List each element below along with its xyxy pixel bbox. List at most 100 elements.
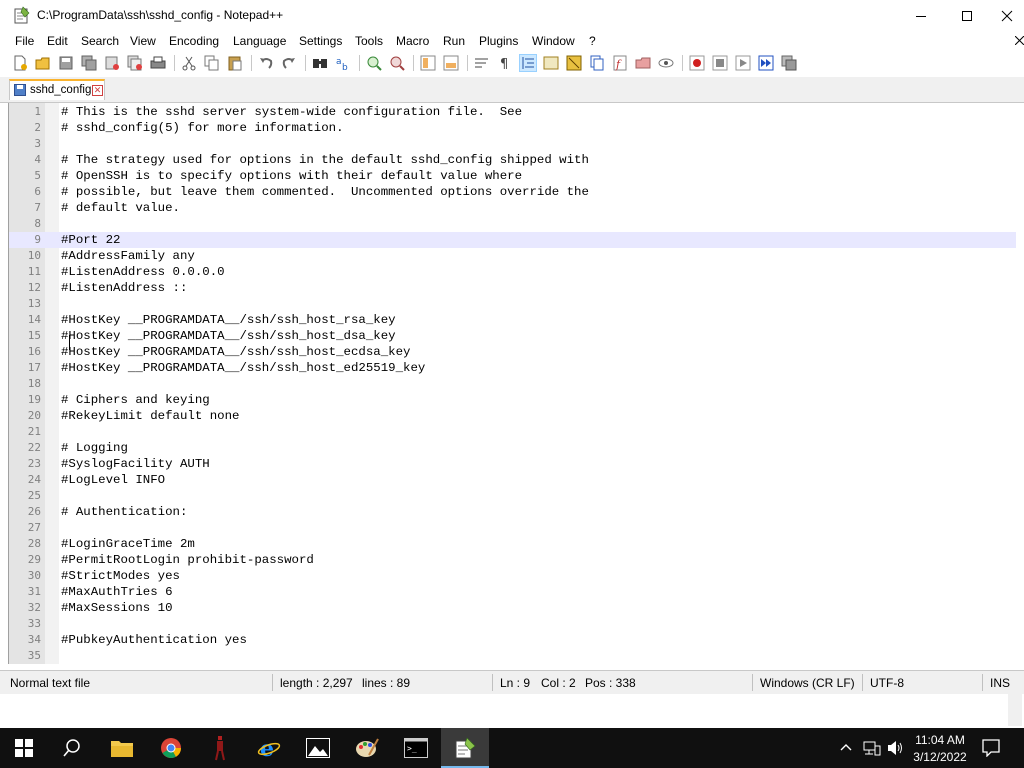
code-line[interactable]: 33 (9, 616, 1016, 632)
text-editor[interactable]: 1 # This is the sshd server system-wide c… (8, 103, 1024, 664)
open-file-icon[interactable] (35, 55, 51, 71)
clock-time[interactable]: 11:04 AM (900, 733, 980, 747)
code-line[interactable]: 31 #MaxAuthTries 6 (9, 584, 1016, 600)
print-icon[interactable] (150, 55, 166, 71)
code-line[interactable]: 3 (9, 136, 1016, 152)
code-line[interactable]: 21 (9, 424, 1016, 440)
code-line[interactable]: 19 # Ciphers and keying (9, 392, 1016, 408)
menu-edit[interactable]: Edit (47, 34, 68, 48)
code-line[interactable]: 35 (9, 648, 1016, 664)
stop-macro-icon[interactable] (712, 55, 728, 71)
line-text[interactable]: # OpenSSH is to specify options with the… (61, 169, 522, 183)
code-line[interactable]: 23 #SyslogFacility AUTH (9, 456, 1016, 472)
zoom-in-icon[interactable] (366, 55, 382, 71)
code-line[interactable]: 26 # Authentication: (9, 504, 1016, 520)
line-text[interactable]: #AddressFamily any (61, 249, 195, 263)
menu-help[interactable]: ? (589, 34, 596, 48)
line-text[interactable]: #StrictModes yes (61, 569, 180, 583)
code-line[interactable]: 8 (9, 216, 1016, 232)
menu-encoding[interactable]: Encoding (169, 34, 219, 48)
code-line[interactable]: 5 # OpenSSH is to specify options with th… (9, 168, 1016, 184)
menu-view[interactable]: View (130, 34, 156, 48)
tab-sshd-config[interactable]: sshd_config ✕ (9, 79, 105, 100)
close-window-button[interactable] (990, 0, 1024, 31)
sync-horizontal-icon[interactable] (443, 55, 459, 71)
menu-file[interactable]: File (15, 34, 34, 48)
code-line[interactable]: 18 (9, 376, 1016, 392)
code-line[interactable]: 28 #LoginGraceTime 2m (9, 536, 1016, 552)
line-text[interactable]: # This is the sshd server system-wide co… (61, 105, 522, 119)
code-line[interactable]: 9 #Port 22 (9, 232, 1016, 248)
code-line[interactable]: 1 # This is the sshd server system-wide c… (9, 104, 1016, 120)
show-hidden-icons-icon[interactable] (839, 740, 853, 757)
menu-tools[interactable]: Tools (355, 34, 383, 48)
code-line[interactable]: 4 # The strategy used for options in the … (9, 152, 1016, 168)
line-text[interactable]: #PermitRootLogin prohibit-password (61, 553, 314, 567)
paint-icon[interactable] (343, 728, 391, 768)
copy-icon[interactable] (204, 55, 220, 71)
paste-icon[interactable] (227, 55, 243, 71)
outer-scrollbar[interactable] (1008, 694, 1022, 726)
line-text[interactable]: #ListenAddress 0.0.0.0 (61, 265, 225, 279)
code-line[interactable]: 7 # default value. (9, 200, 1016, 216)
line-text[interactable]: #HostKey __PROGRAMDATA__/ssh/ssh_host_rs… (61, 313, 396, 327)
line-text[interactable]: #RekeyLimit default none (61, 409, 239, 423)
monitoring-icon[interactable] (658, 55, 674, 71)
line-text[interactable]: #Port 22 (61, 233, 121, 247)
notepadpp-icon[interactable] (441, 728, 489, 768)
code-line[interactable]: 25 (9, 488, 1016, 504)
line-text[interactable]: #SyslogFacility AUTH (61, 457, 210, 471)
code-line[interactable]: 17 #HostKey __PROGRAMDATA__/ssh/ssh_host_… (9, 360, 1016, 376)
action-center-icon[interactable] (982, 739, 1000, 760)
play-macro-icon[interactable] (735, 55, 751, 71)
code-line[interactable]: 11 #ListenAddress 0.0.0.0 (9, 264, 1016, 280)
search-icon[interactable] (48, 728, 96, 768)
line-text[interactable]: #PubkeyAuthentication yes (61, 633, 247, 647)
folder-workspace-icon[interactable] (635, 55, 651, 71)
status-eol[interactable]: Windows (CR LF) (760, 676, 855, 690)
function-list-icon[interactable]: f (612, 55, 628, 71)
save-all-icon[interactable] (81, 55, 97, 71)
terminal-icon[interactable]: >_ (392, 728, 440, 768)
app-figure-icon[interactable] (196, 728, 244, 768)
close-icon[interactable] (104, 55, 120, 71)
code-line[interactable]: 27 (9, 520, 1016, 536)
line-text[interactable]: #HostKey __PROGRAMDATA__/ssh/ssh_host_ds… (61, 329, 396, 343)
indent-guide-icon[interactable] (519, 54, 537, 72)
file-explorer-icon[interactable] (98, 728, 146, 768)
line-text[interactable]: # sshd_config(5) for more information. (61, 121, 344, 135)
line-text[interactable]: # Ciphers and keying (61, 393, 210, 407)
tab-close-icon[interactable]: ✕ (92, 85, 103, 96)
code-line[interactable]: 6 # possible, but leave them commented. U… (9, 184, 1016, 200)
code-line[interactable]: 30 #StrictModes yes (9, 568, 1016, 584)
status-encoding[interactable]: UTF-8 (870, 676, 904, 690)
line-text[interactable]: #LoginGraceTime 2m (61, 537, 195, 551)
menu-settings[interactable]: Settings (299, 34, 342, 48)
user-language-icon[interactable] (543, 55, 559, 71)
word-wrap-icon[interactable] (474, 55, 490, 71)
code-line[interactable]: 29 #PermitRootLogin prohibit-password (9, 552, 1016, 568)
new-file-icon[interactable] (12, 55, 28, 71)
code-line[interactable]: 14 #HostKey __PROGRAMDATA__/ssh/ssh_host_… (9, 312, 1016, 328)
line-text[interactable]: #ListenAddress :: (61, 281, 187, 295)
code-line[interactable]: 13 (9, 296, 1016, 312)
code-line[interactable]: 10 #AddressFamily any (9, 248, 1016, 264)
show-all-chars-icon[interactable]: ¶ (497, 55, 513, 71)
chrome-icon[interactable] (147, 728, 195, 768)
replace-icon[interactable]: ab (335, 55, 351, 71)
menu-window[interactable]: Window (532, 34, 575, 48)
line-text[interactable]: # Logging (61, 441, 128, 455)
minimize-button[interactable] (898, 0, 944, 31)
save-macro-icon[interactable] (781, 55, 797, 71)
line-text[interactable]: #MaxAuthTries 6 (61, 585, 173, 599)
code-line[interactable]: 20 #RekeyLimit default none (9, 408, 1016, 424)
line-text[interactable]: #MaxSessions 10 (61, 601, 173, 615)
photos-icon[interactable] (294, 728, 342, 768)
line-text[interactable]: # default value. (61, 201, 180, 215)
line-text[interactable]: # The strategy used for options in the d… (61, 153, 589, 167)
zoom-out-icon[interactable] (389, 55, 405, 71)
menu-run[interactable]: Run (443, 34, 465, 48)
sync-vertical-icon[interactable] (420, 55, 436, 71)
undo-icon[interactable] (258, 55, 274, 71)
close-all-icon[interactable] (127, 55, 143, 71)
